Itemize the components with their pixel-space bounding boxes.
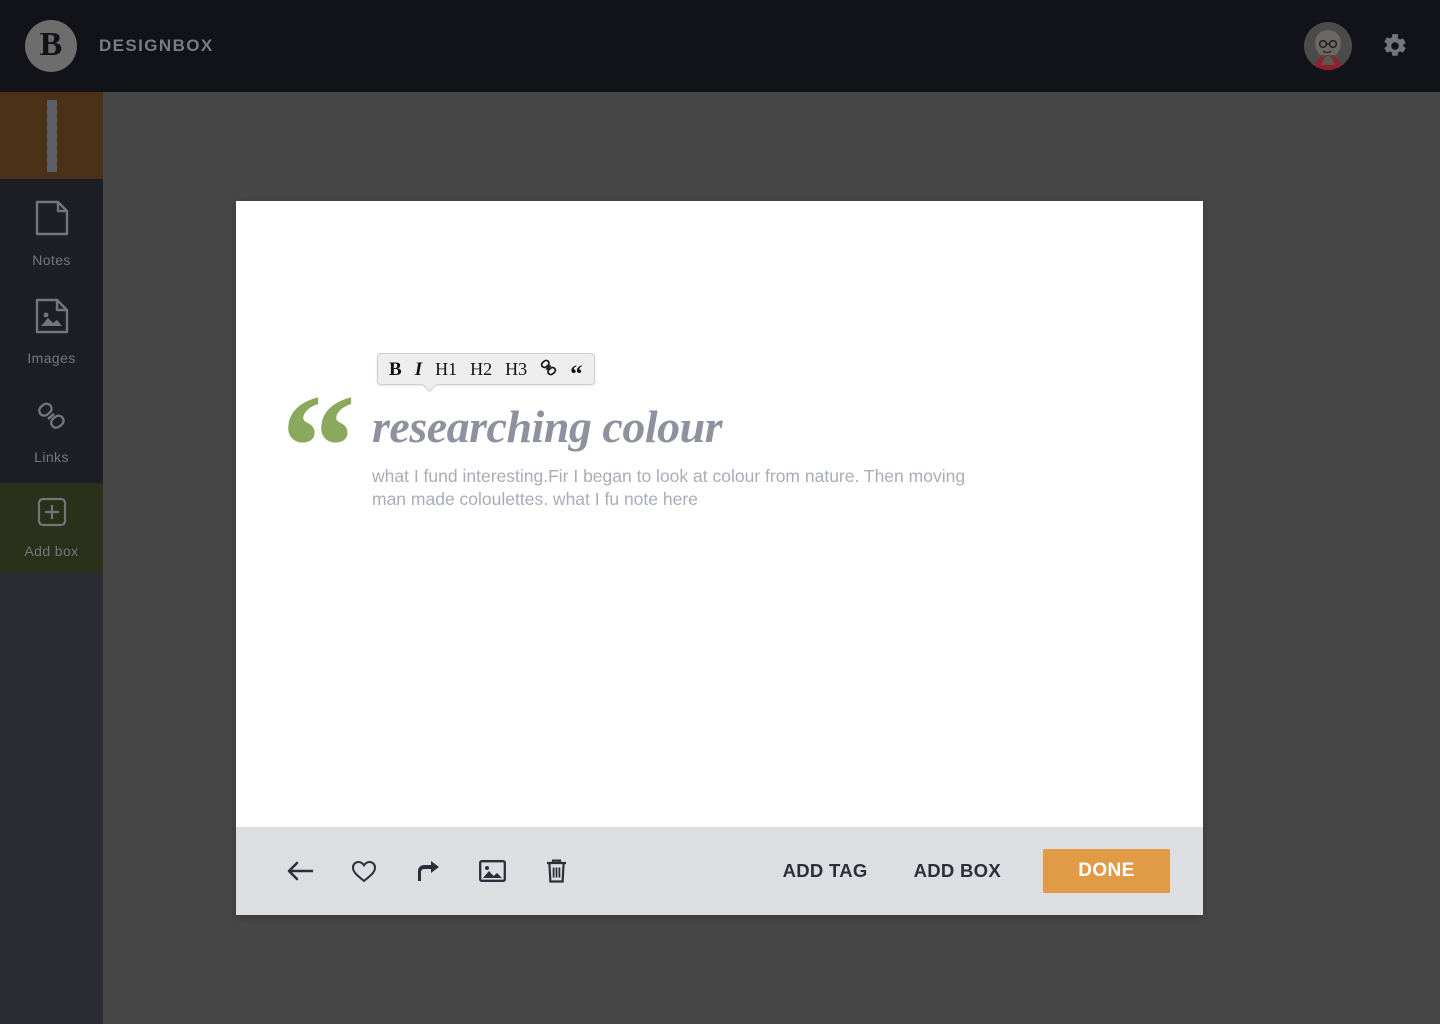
- note-heading[interactable]: researching colour: [372, 402, 982, 452]
- plus-box-icon: [37, 497, 67, 532]
- quote-mark-icon: “: [281, 364, 356, 530]
- settings-button[interactable]: [1382, 33, 1408, 59]
- format-italic-button[interactable]: I: [415, 360, 422, 379]
- card-footer-toolbar: ADD TAG ADD BOX DONE: [236, 827, 1203, 915]
- note-text-wrapper: researching colour what I fund interesti…: [372, 386, 982, 511]
- sidebar-item-images[interactable]: Images: [0, 281, 103, 382]
- app-title: DESIGNBOX: [99, 36, 214, 55]
- format-quote-button[interactable]: “: [570, 362, 583, 387]
- delete-button[interactable]: [539, 854, 573, 888]
- share-icon: [418, 861, 439, 881]
- format-bold-button[interactable]: B: [389, 360, 402, 379]
- footer-action-group: ADD TAG ADD BOX DONE: [760, 849, 1170, 893]
- sidebar-item-grid[interactable]: [0, 92, 103, 179]
- note-editor-body[interactable]: B I H1 H2 H3 “ “ researching colour what…: [236, 201, 1203, 827]
- gear-icon: [1384, 34, 1406, 56]
- sidebar-item-links[interactable]: Links: [0, 382, 103, 483]
- image-icon: [35, 298, 69, 339]
- heart-icon: [351, 860, 377, 883]
- add-box-button[interactable]: ADD BOX: [891, 860, 1024, 882]
- sidebar-item-add-box[interactable]: Add box: [0, 483, 103, 573]
- sidebar-filler: [0, 573, 103, 1024]
- avatar-photo: [1304, 22, 1352, 70]
- user-avatar[interactable]: [1304, 22, 1352, 70]
- toolbar-arrow: [420, 384, 438, 393]
- back-button[interactable]: [283, 854, 317, 888]
- link-icon: [35, 401, 69, 438]
- share-button[interactable]: [411, 854, 445, 888]
- sidebar-item-label-add-box: Add box: [24, 543, 79, 559]
- note-quote-block: “ researching colour what I fund interes…: [281, 364, 982, 530]
- image-icon: [478, 860, 506, 882]
- note-editor-card: B I H1 H2 H3 “ “ researching colour what…: [236, 201, 1203, 915]
- like-button[interactable]: [347, 854, 381, 888]
- format-h3-button[interactable]: H3: [505, 360, 527, 378]
- sidebar-item-label-images: Images: [27, 349, 76, 366]
- add-tag-button[interactable]: ADD TAG: [760, 860, 891, 882]
- format-toolbar: B I H1 H2 H3 “: [377, 353, 595, 387]
- header-actions: [1304, 22, 1408, 70]
- link-icon: [540, 359, 557, 375]
- footer-tool-group: [283, 854, 573, 888]
- format-h2-button[interactable]: H2: [470, 360, 492, 378]
- note-icon: [35, 200, 69, 241]
- sidebar-item-label-notes: Notes: [32, 252, 71, 268]
- format-h1-button[interactable]: H1: [435, 360, 457, 378]
- trash-icon: [546, 859, 566, 883]
- done-button[interactable]: DONE: [1043, 849, 1170, 893]
- format-link-button[interactable]: [540, 359, 557, 380]
- brand-logo[interactable]: B: [25, 20, 77, 72]
- note-body-text[interactable]: what I fund interesting.Fir I began to l…: [372, 465, 982, 512]
- insert-image-button[interactable]: [475, 854, 509, 888]
- sidebar-item-label-links: Links: [34, 448, 69, 465]
- sidebar: Notes Images Links Add box: [0, 92, 103, 1024]
- main-canvas: B I H1 H2 H3 “ “ researching colour what…: [103, 92, 1440, 1024]
- back-arrow-icon: [287, 861, 313, 881]
- brand-logo-letter: B: [39, 26, 63, 63]
- sidebar-item-notes[interactable]: Notes: [0, 179, 103, 281]
- grid-icon: [46, 99, 57, 172]
- app-header: B DESIGNBOX: [0, 0, 1440, 92]
